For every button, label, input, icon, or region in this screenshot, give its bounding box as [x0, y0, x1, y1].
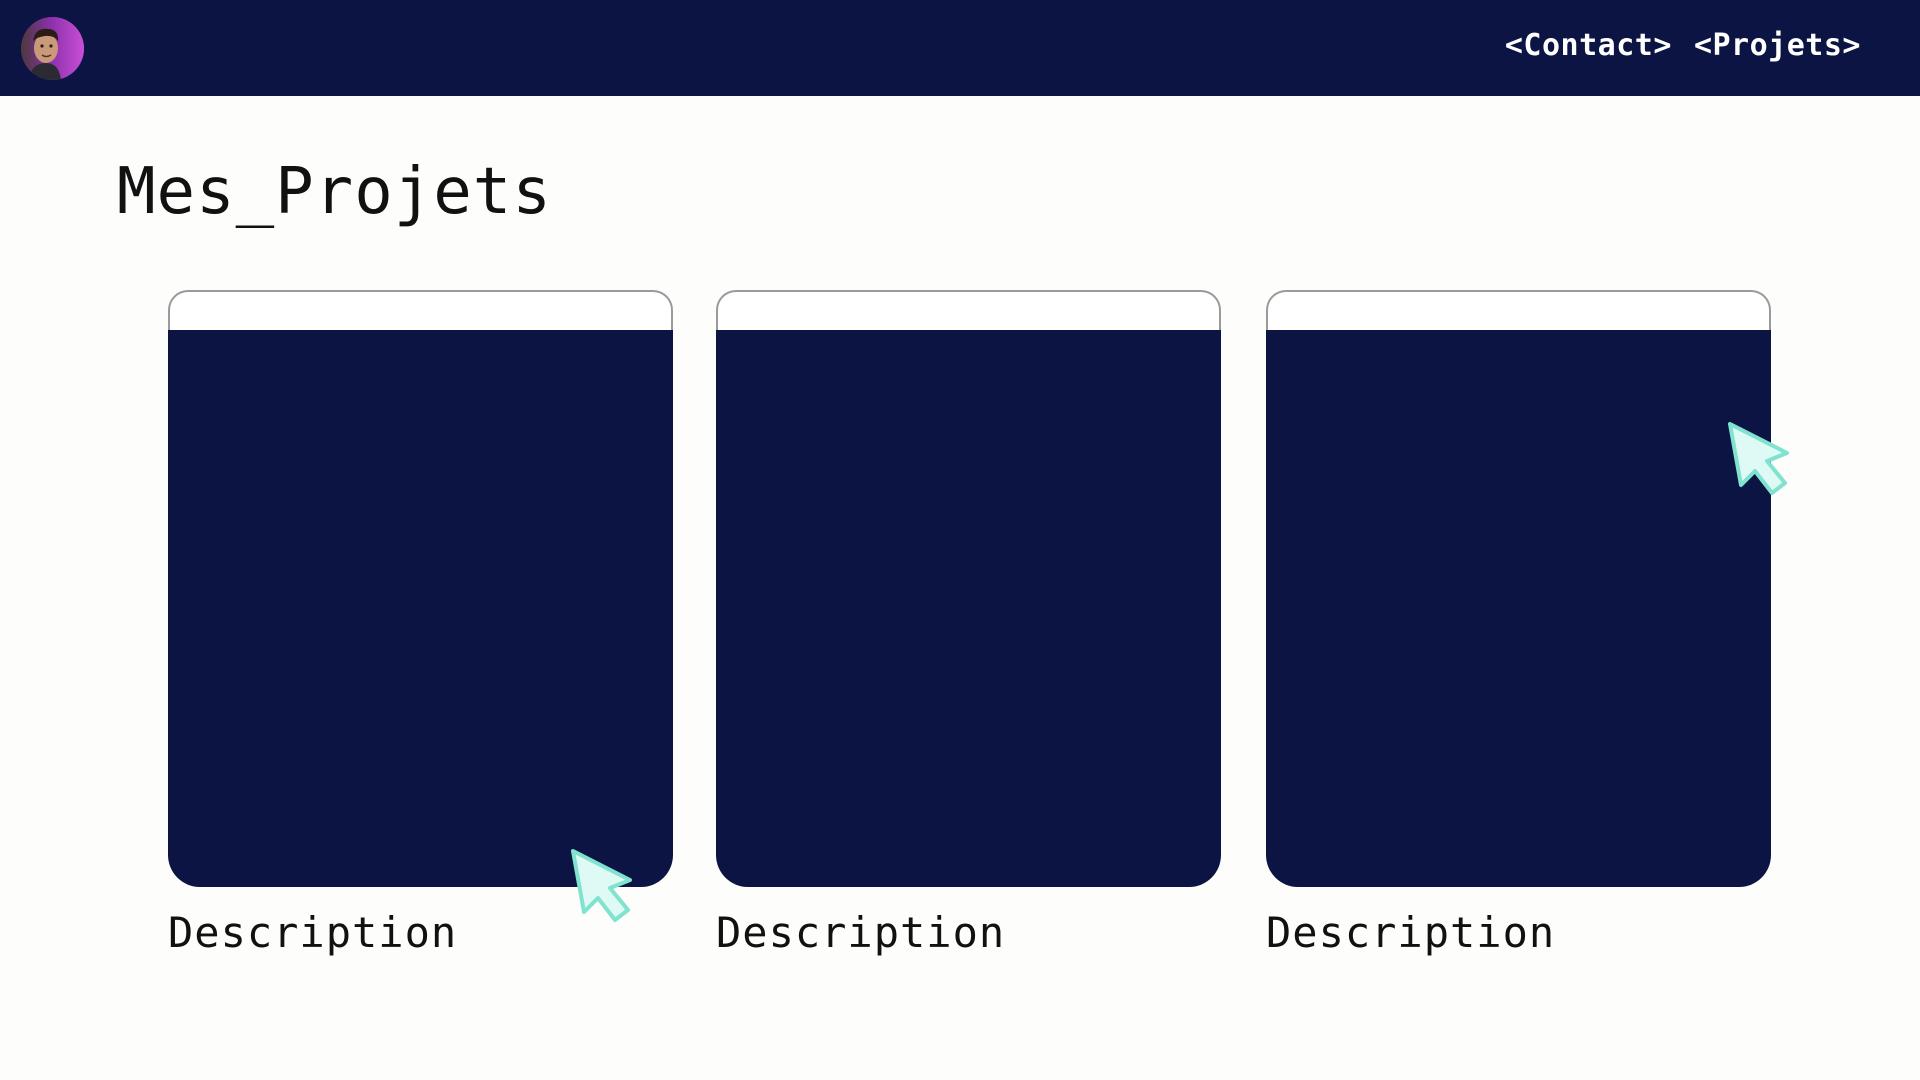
nav-link-projets[interactable]: <Projets> — [1694, 28, 1861, 63]
nav-link-contact[interactable]: <Contact> — [1505, 28, 1672, 63]
main-nav: <Contact> <Projets> — [1505, 28, 1861, 63]
project-card-3[interactable] — [1266, 290, 1771, 887]
project-card-thumbnail — [1266, 330, 1771, 887]
top-navbar: <Contact> <Projets> — [0, 0, 1920, 96]
project-card-thumbnail — [716, 330, 1221, 887]
project-card-3-description: Description — [1266, 908, 1556, 957]
project-card-1-description: Description — [168, 908, 458, 957]
project-card-2[interactable] — [716, 290, 1221, 887]
project-card-thumbnail — [168, 330, 673, 887]
portfolio-page: <Contact> <Projets> Mes_Projets Descript… — [0, 0, 1920, 1080]
page-title: Mes_Projets — [117, 155, 552, 229]
project-card-1[interactable] — [168, 290, 673, 887]
avatar-portrait-icon — [21, 17, 84, 80]
project-card-2-description: Description — [716, 908, 1006, 957]
avatar[interactable] — [21, 17, 84, 80]
